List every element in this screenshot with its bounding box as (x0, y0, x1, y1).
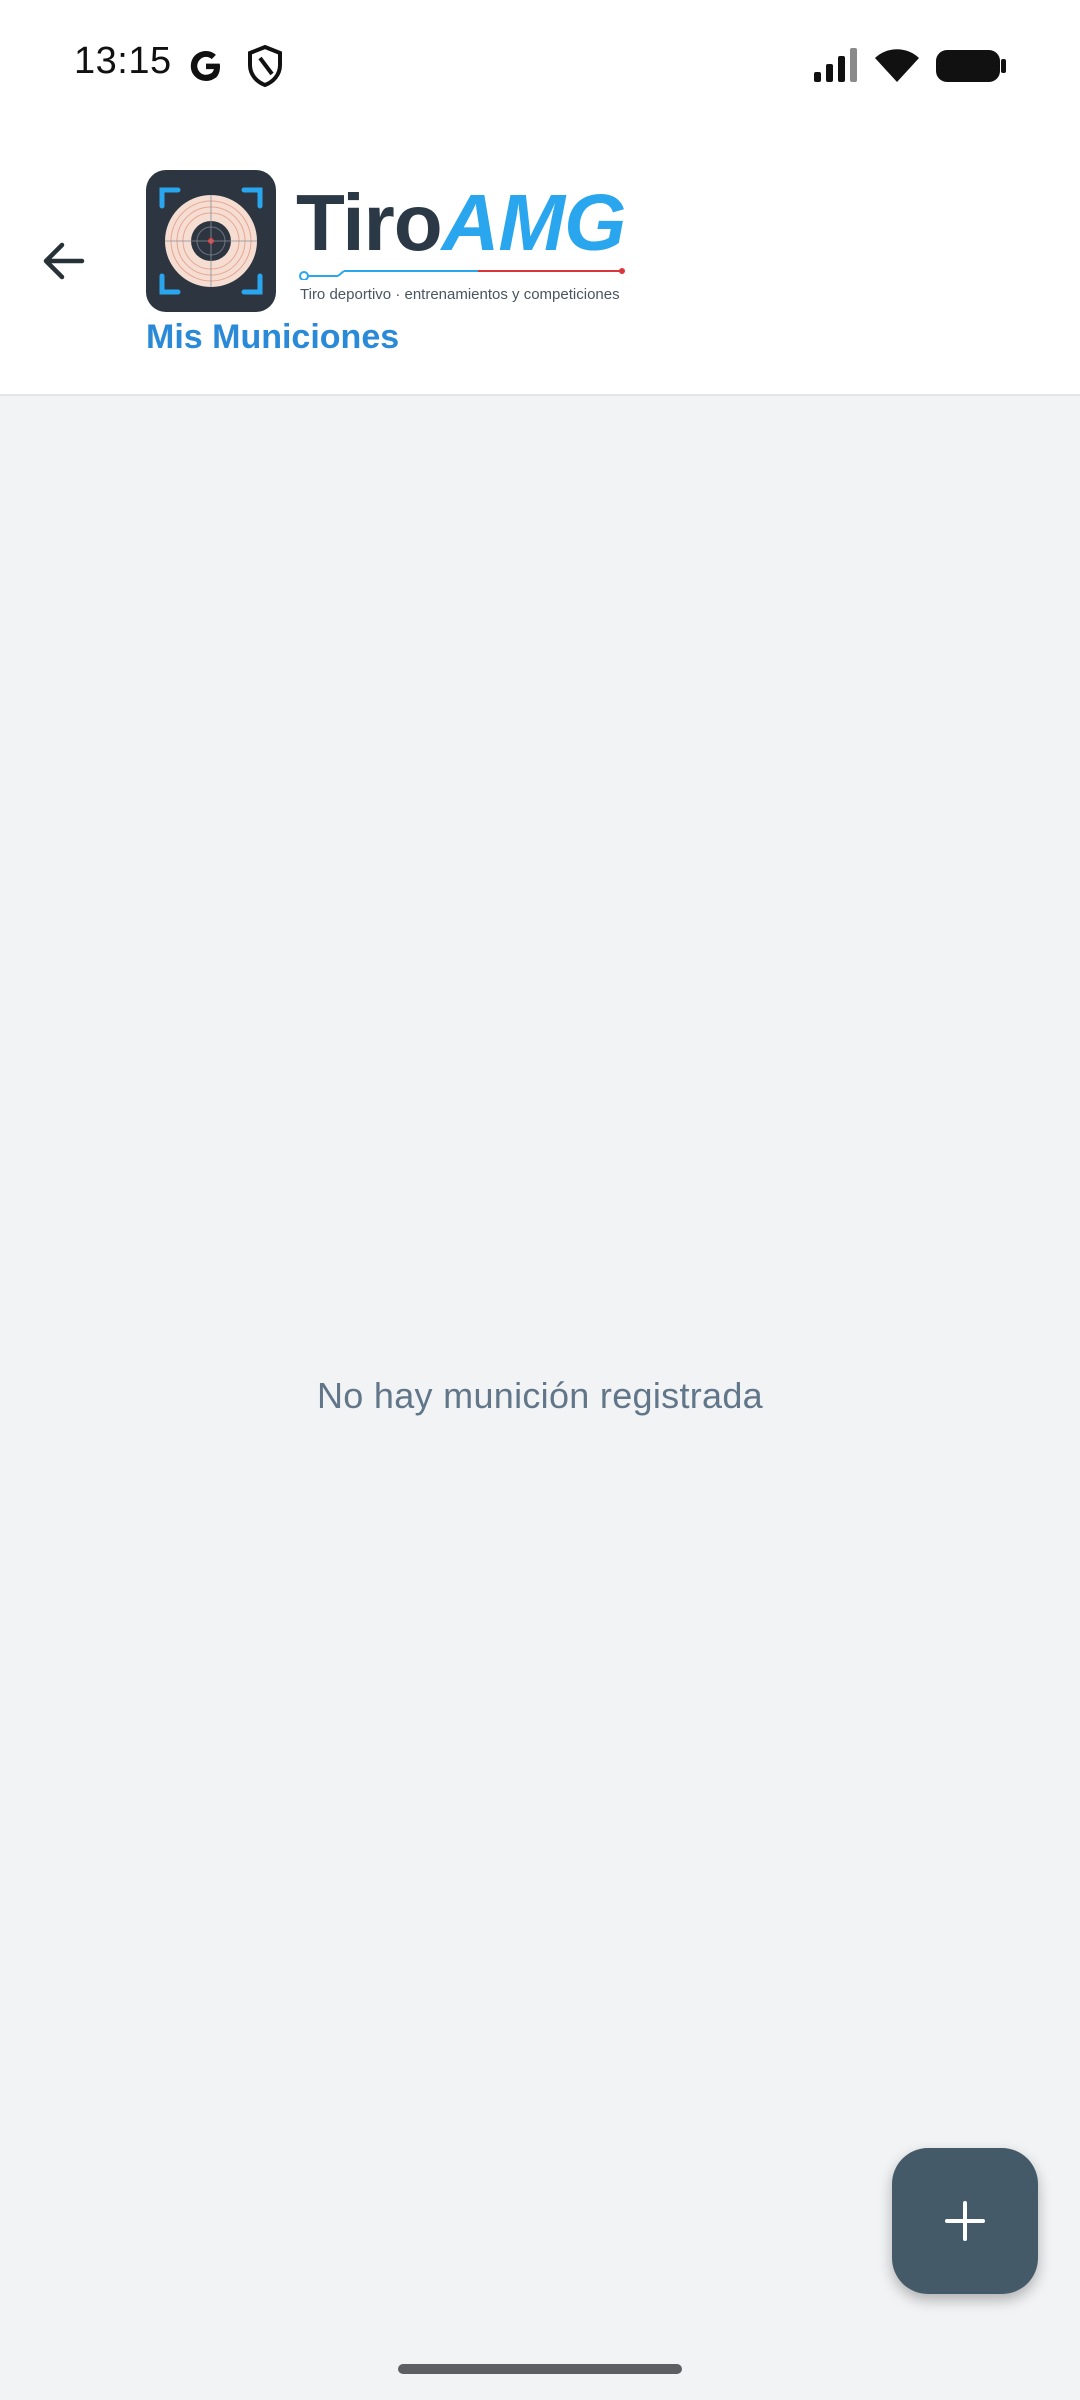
target-logo-icon (146, 170, 276, 312)
page-title: Mis Municiones (146, 318, 400, 356)
logo-tagline: Tiro deportivo · entrenamientos y compet… (300, 286, 620, 303)
battery-icon (936, 50, 1006, 82)
plus-icon (945, 2201, 985, 2241)
logo-underline (299, 268, 625, 280)
signal-icon (814, 48, 857, 82)
logo-wordmark: TiroAMG (296, 183, 626, 263)
back-button[interactable] (30, 228, 96, 294)
arrow-back-icon (43, 242, 85, 280)
status-time: 13:15 (74, 40, 172, 82)
google-icon (190, 51, 220, 81)
home-indicator[interactable] (398, 2364, 682, 2374)
shield-icon (248, 44, 282, 88)
logo-name-amg: AMG (441, 178, 627, 267)
add-ammunition-button[interactable] (892, 2148, 1038, 2294)
logo-name-tiro: Tiro (296, 178, 443, 267)
wifi-icon (875, 49, 919, 82)
status-bar: 13:15 (0, 0, 1080, 132)
ammunition-screen: 13:15 TiroAMG Tiro deportivo · entrenami… (0, 0, 1080, 2400)
app-bar: TiroAMG Tiro deportivo · entrenamientos … (0, 132, 1080, 396)
empty-state-message: No hay munición registrada (316, 1375, 764, 1416)
